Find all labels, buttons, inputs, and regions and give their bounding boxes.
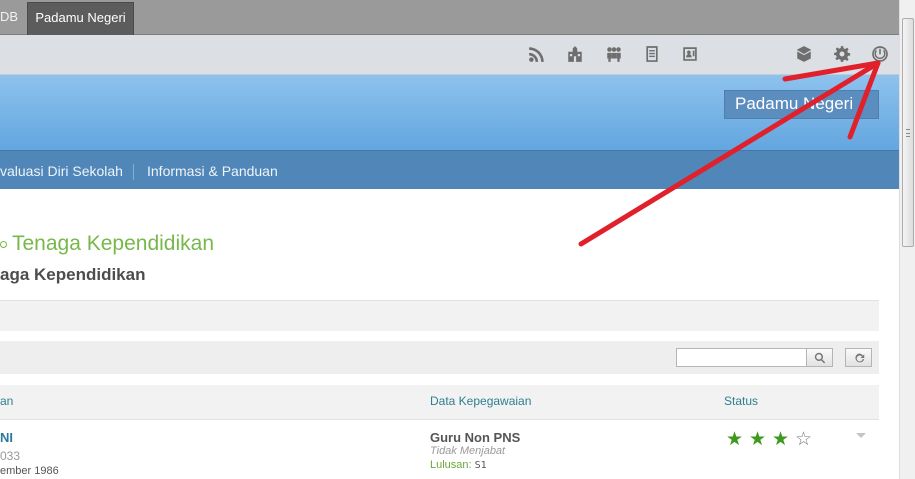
search-icon [814,352,825,363]
scrollbar-grip-icon [906,129,910,137]
vertical-scrollbar[interactable] [899,0,915,479]
nav-divider [133,164,134,180]
title-bullet-icon [0,241,7,248]
employment-status: Guru Non PNS [430,430,521,445]
table-row: NI 033 ember 1986 Guru Non PNS Tidak Men… [0,421,879,479]
main-nav: valuasi Diri Sekolah Informasi & Panduan [0,150,899,189]
table-header: an Data Kepegawaian Status [0,385,879,420]
tab-db[interactable]: DB [0,3,22,35]
brand-badge[interactable]: Padamu Negeri [724,90,879,119]
refresh-button[interactable] [845,348,872,367]
status-rating: ★ ★ ★ ☆ [726,430,816,449]
contact-card-icon[interactable] [679,43,701,65]
gear-icon[interactable] [831,43,853,65]
star-filled-icon: ★ [749,429,767,450]
column-employment-header[interactable]: Data Kepegawaian [430,394,531,408]
site-header: Padamu Negeri [0,75,899,150]
education: Lulusan: S1 [430,459,487,471]
column-status-header[interactable]: Status [724,394,758,408]
tab-bar: DB Padamu Negeri [0,0,899,35]
staff-birth-date: ember 1986 [0,465,59,477]
nav-evaluasi-diri[interactable]: valuasi Diri Sekolah [0,163,123,179]
box-icon[interactable] [793,43,815,65]
rss-icon[interactable] [526,43,548,65]
scrollbar-thumb[interactable] [902,18,914,247]
nav-informasi-panduan[interactable]: Informasi & Panduan [147,163,278,179]
filter-bar [0,300,879,331]
tab-padamu-negeri[interactable]: Padamu Negeri [27,2,134,35]
education-value: S1 [474,460,487,471]
row-dropdown-caret-icon[interactable] [856,433,866,438]
toolbar [0,35,899,75]
page-title: Tenaga Kependidikan [0,232,214,256]
column-name-header[interactable]: an [0,394,13,408]
power-icon[interactable] [869,43,891,65]
people-icon[interactable] [603,43,625,65]
staff-number: 033 [0,449,21,463]
position-duty: Tidak Menjabat [430,445,506,457]
star-empty-icon: ☆ [795,429,813,450]
star-filled-icon: ★ [772,429,790,450]
page-subtitle: aga Kependidikan [0,265,146,284]
refresh-icon [854,353,864,362]
search-input[interactable] [676,348,807,367]
star-filled-icon: ★ [726,429,744,450]
education-label: Lulusan: [430,459,472,471]
staff-name-link[interactable]: NI [0,430,13,445]
search-button[interactable] [806,348,833,367]
school-icon[interactable] [564,43,586,65]
document-icon[interactable] [641,43,663,65]
